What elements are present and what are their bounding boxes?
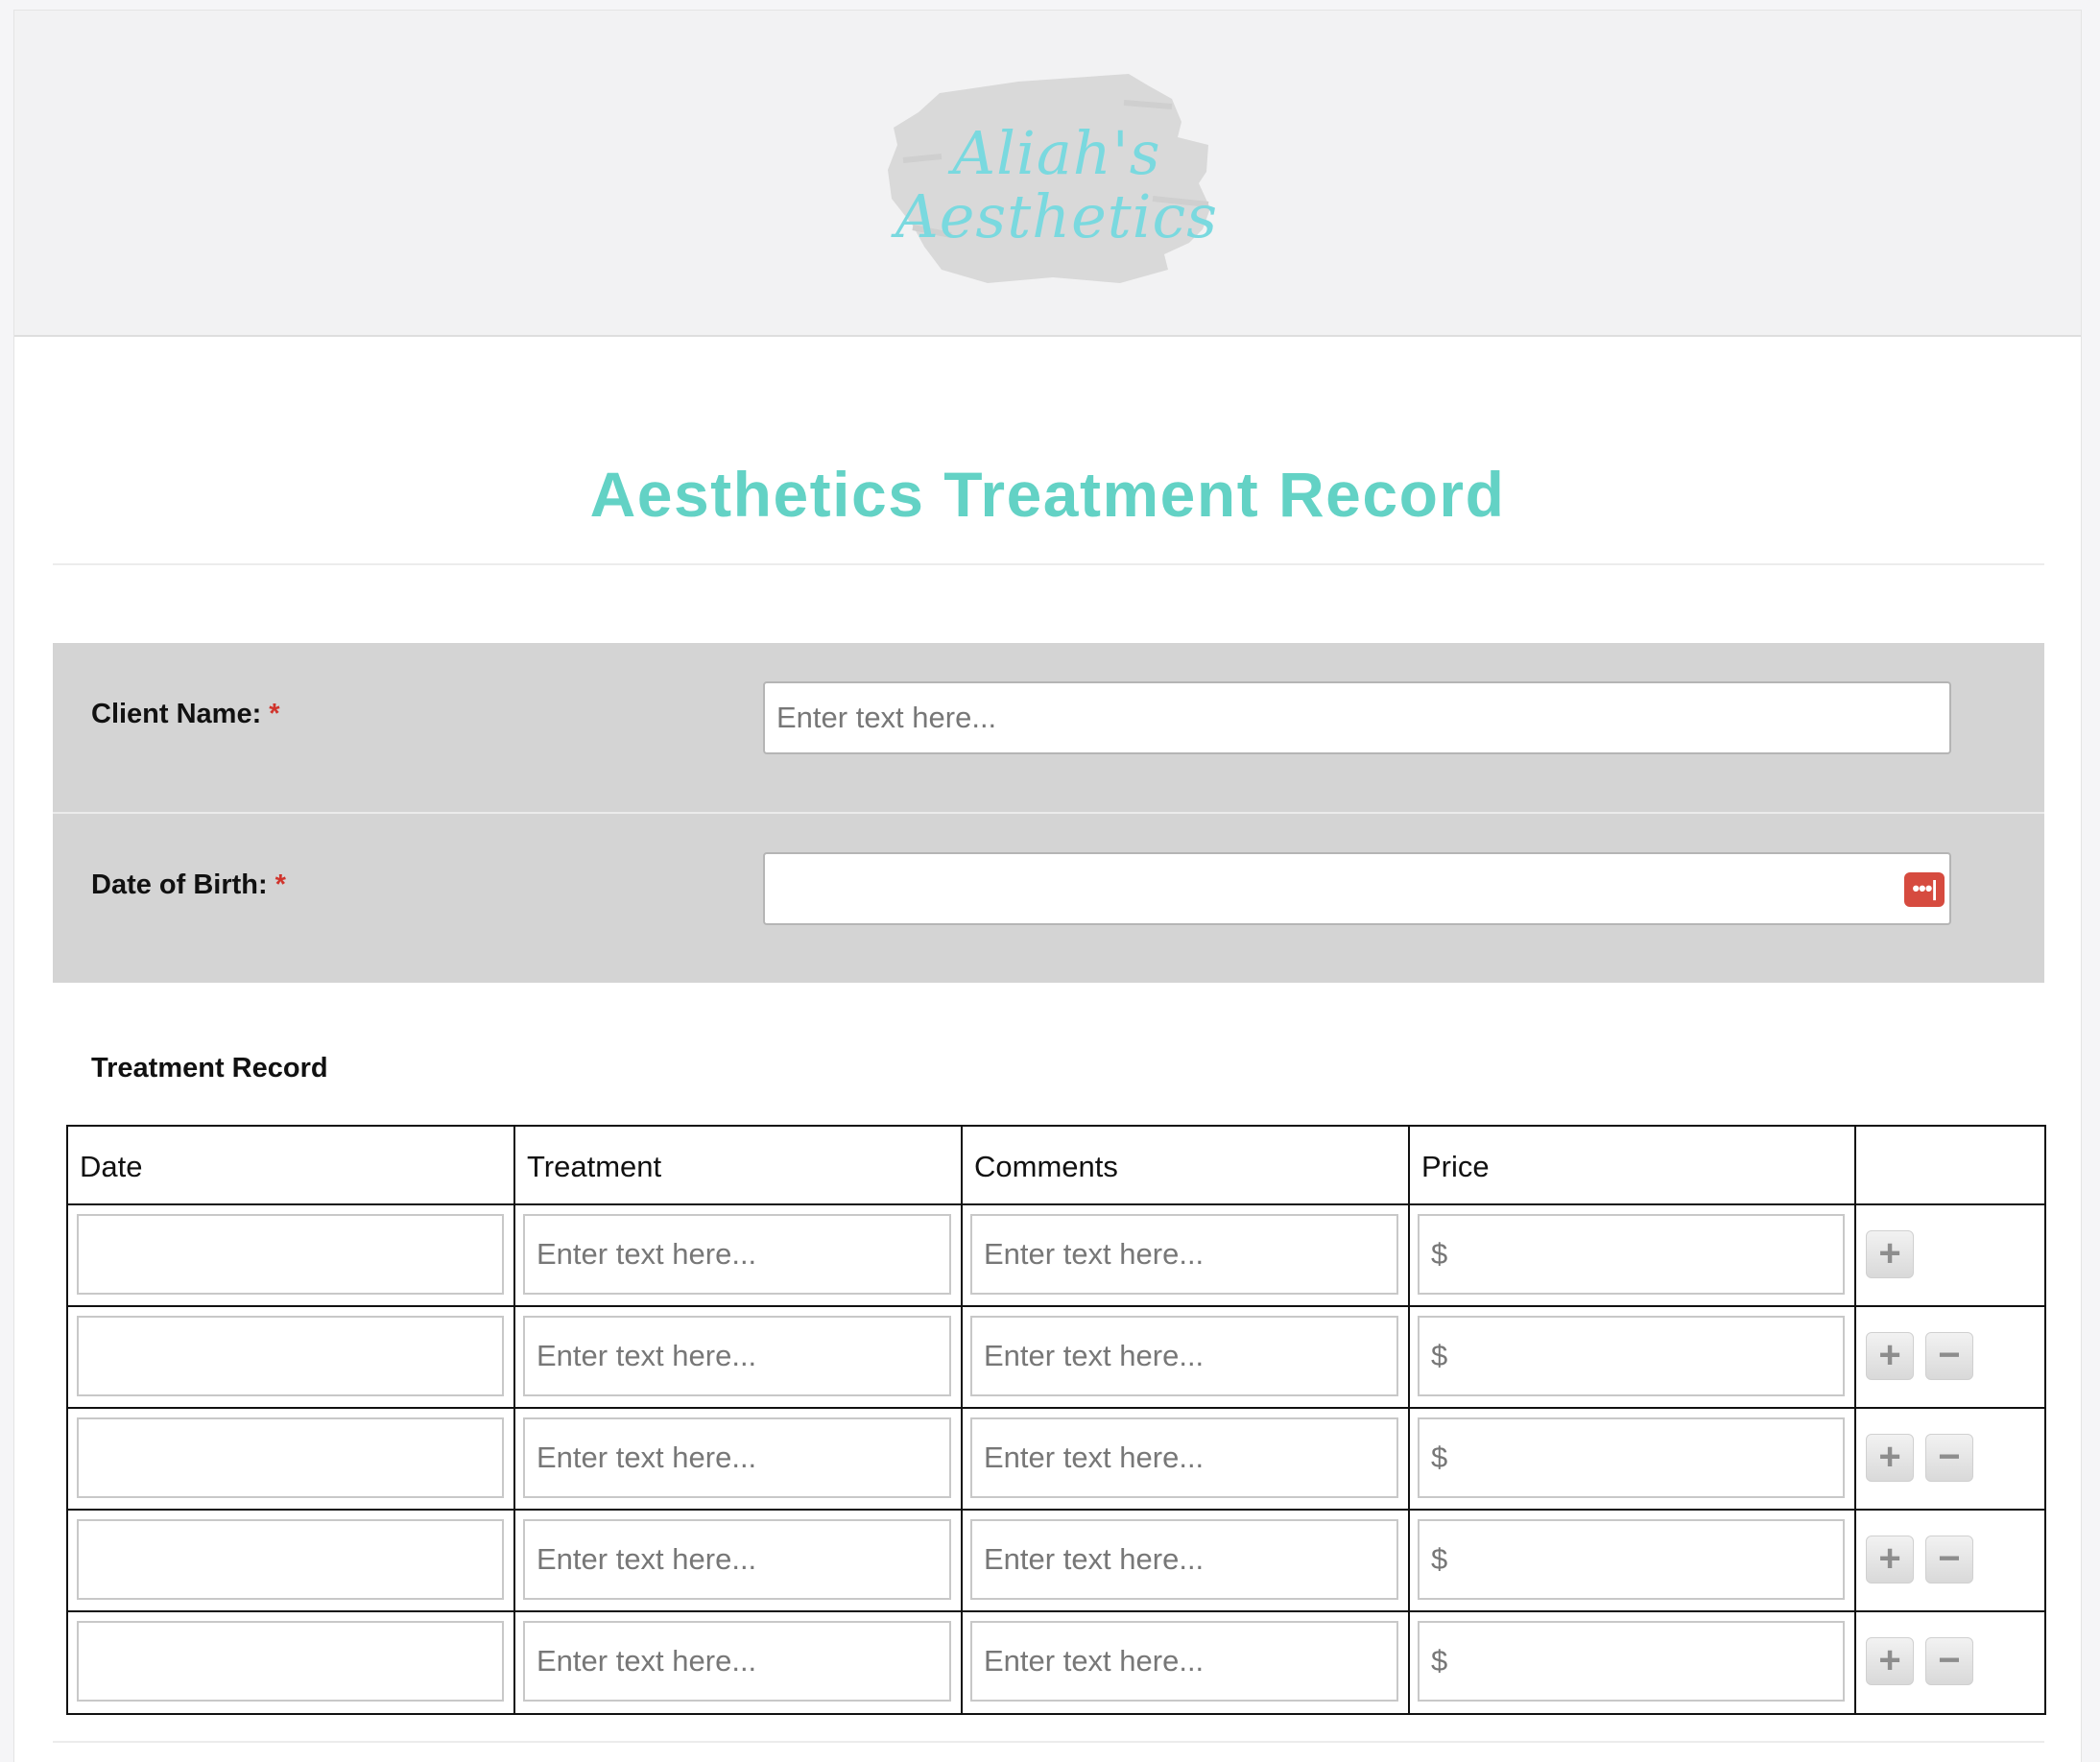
row-divider (68, 1509, 2044, 1511)
date-of-birth-input[interactable] (763, 852, 1951, 925)
price-input[interactable] (1418, 1316, 1845, 1396)
form-page: Aliah's Aesthetics Aesthetics Treatment … (13, 10, 2082, 1762)
client-name-row: Client Name: * (53, 643, 2044, 814)
column-header-price: Price (1421, 1150, 1490, 1183)
column-divider (513, 1127, 515, 1713)
row-divider (68, 1407, 2044, 1409)
header-row-divider (68, 1203, 2044, 1205)
price-input[interactable] (1418, 1519, 1845, 1600)
price-input[interactable] (1418, 1621, 1845, 1702)
treatment-input[interactable] (523, 1316, 951, 1396)
price-input[interactable] (1418, 1417, 1845, 1498)
form-header: Aliah's Aesthetics (14, 11, 2081, 337)
client-name-input[interactable] (763, 681, 1951, 754)
add-row-icon[interactable]: + (1866, 1332, 1914, 1380)
client-name-label-text: Client Name: (91, 699, 262, 729)
treatment-input[interactable] (523, 1417, 951, 1498)
column-header-comments: Comments (974, 1150, 1118, 1183)
calendar-picker-icon[interactable]: •••| (1904, 872, 1945, 907)
bottom-divider (53, 1741, 2044, 1743)
column-header-date: Date (80, 1150, 143, 1183)
comments-input[interactable] (970, 1214, 1398, 1295)
add-row-icon[interactable]: + (1866, 1434, 1914, 1482)
comments-input[interactable] (970, 1316, 1398, 1396)
add-row-icon[interactable]: + (1866, 1637, 1914, 1685)
date-input[interactable] (77, 1417, 504, 1498)
column-divider (961, 1127, 963, 1713)
remove-row-icon[interactable]: − (1925, 1536, 1973, 1583)
column-divider (1408, 1127, 1410, 1713)
treatment-input[interactable] (523, 1214, 951, 1295)
date-input[interactable] (77, 1214, 504, 1295)
column-divider (1854, 1127, 1856, 1713)
comments-input[interactable] (970, 1519, 1398, 1600)
treatment-input[interactable] (523, 1621, 951, 1702)
treatment-record-label: Treatment Record (91, 1053, 328, 1083)
comments-input[interactable] (970, 1621, 1398, 1702)
date-input[interactable] (77, 1316, 504, 1396)
title-divider (53, 563, 2044, 565)
date-input[interactable] (77, 1621, 504, 1702)
date-of-birth-label: Date of Birth: * (91, 869, 286, 901)
page-title: Aesthetics Treatment Record (589, 459, 1506, 530)
required-marker: * (274, 869, 286, 900)
treatment-record-table: Date Treatment Comments Price ++−+−+−+− (66, 1125, 2046, 1715)
client-name-label: Client Name: * (91, 699, 280, 730)
row-divider (68, 1305, 2044, 1307)
row-divider (68, 1610, 2044, 1612)
add-row-icon[interactable]: + (1866, 1536, 1914, 1583)
column-header-treatment: Treatment (527, 1150, 662, 1183)
required-marker: * (269, 699, 280, 729)
date-of-birth-row: Date of Birth: * •••| (53, 814, 2044, 983)
price-input[interactable] (1418, 1214, 1845, 1295)
remove-row-icon[interactable]: − (1925, 1434, 1973, 1482)
comments-input[interactable] (970, 1417, 1398, 1498)
logo-line-1: Aliah's (952, 118, 1161, 188)
treatment-input[interactable] (523, 1519, 951, 1600)
brand-logo: Aliah's Aesthetics (884, 64, 1229, 295)
date-input[interactable] (77, 1519, 504, 1600)
client-info-section: Client Name:* Date of Birth:* •••| (53, 643, 2044, 983)
remove-row-icon[interactable]: − (1925, 1637, 1973, 1685)
remove-row-icon[interactable]: − (1925, 1332, 1973, 1380)
date-of-birth-label-text: Date of Birth: (91, 869, 268, 900)
add-row-icon[interactable]: + (1866, 1230, 1914, 1278)
logo-line-2: Aesthetics (895, 181, 1219, 251)
